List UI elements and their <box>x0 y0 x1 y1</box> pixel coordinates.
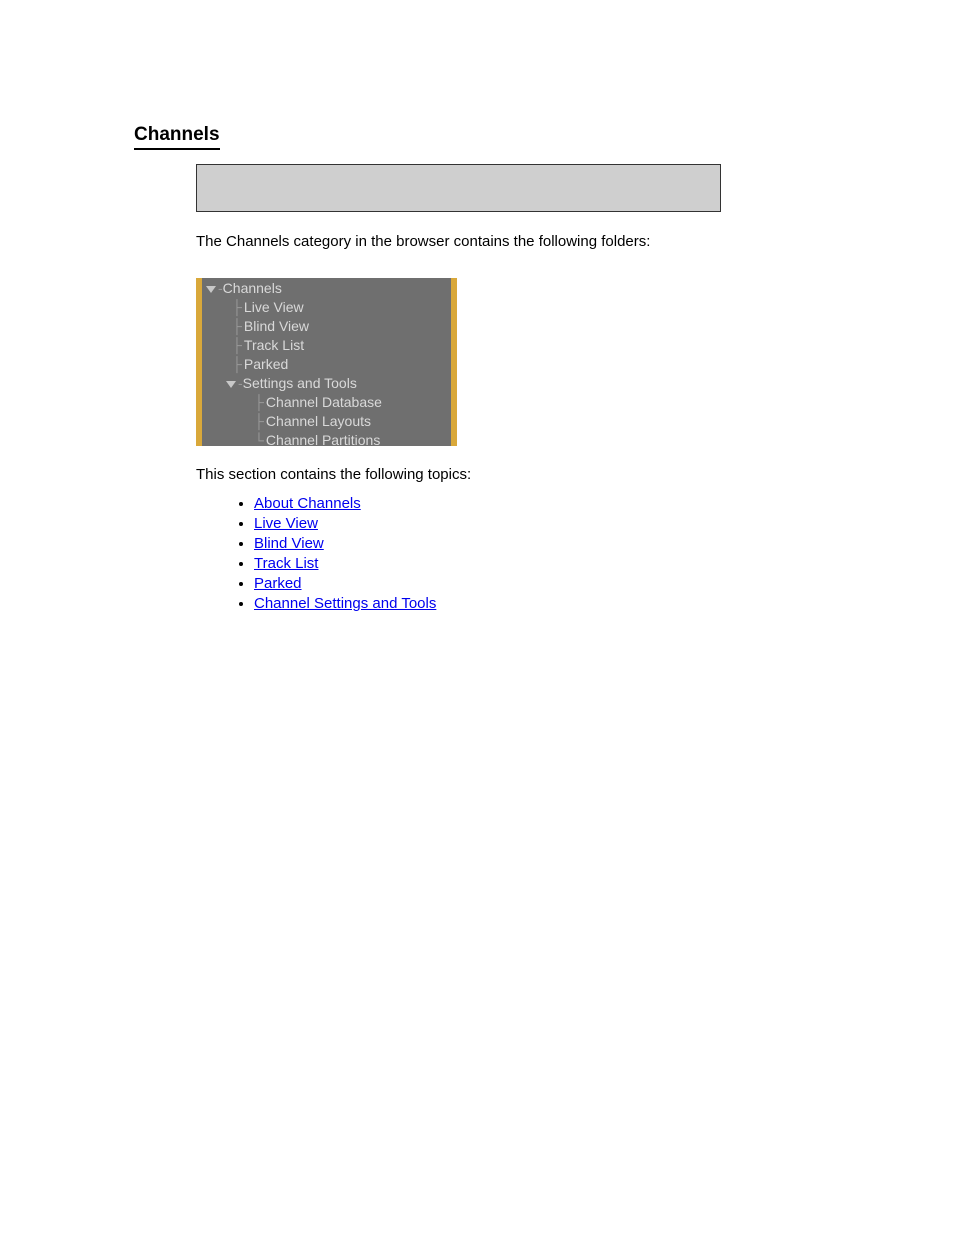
browser-tree-screenshot: -Channels ├Live View ├Blind View ├Track … <box>196 278 457 446</box>
tree-item-channel-database: ├Channel Database <box>254 394 382 410</box>
tree-item-live-view: ├Live View <box>232 299 304 315</box>
link-parked[interactable]: Parked <box>254 575 302 592</box>
tree-item-channel-partitions: └Channel Partitions <box>254 432 380 446</box>
list-item: About Channels <box>254 495 834 512</box>
list-item: Channel Settings and Tools <box>254 595 834 612</box>
link-channel-settings-tools[interactable]: Channel Settings and Tools <box>254 595 436 612</box>
tree-item-parked: ├Parked <box>232 356 288 372</box>
tree-item-channel-layouts: ├Channel Layouts <box>254 413 371 429</box>
topics-intro-text: This section contains the following topi… <box>196 466 834 483</box>
list-item: Parked <box>254 575 834 592</box>
link-blind-view[interactable]: Blind View <box>254 535 324 552</box>
expand-triangle-icon <box>226 381 236 388</box>
topics-list: About Channels Live View Blind View Trac… <box>254 495 834 612</box>
list-item: Blind View <box>254 535 834 552</box>
navigation-strip-box <box>196 164 721 212</box>
link-live-view[interactable]: Live View <box>254 515 318 532</box>
tree-sub-root-settings: -Settings and Tools <box>226 375 357 391</box>
channels-heading: Channels <box>134 124 220 150</box>
tree-root-channels: -Channels <box>206 280 282 296</box>
link-about-channels[interactable]: About Channels <box>254 495 361 512</box>
tree-item-track-list: ├Track List <box>232 337 304 353</box>
expand-triangle-icon <box>206 286 216 293</box>
intro-paragraph: The Channels category in the browser con… <box>196 232 721 252</box>
list-item: Live View <box>254 515 834 532</box>
tree-item-blind-view: ├Blind View <box>232 318 309 334</box>
list-item: Track List <box>254 555 834 572</box>
link-track-list[interactable]: Track List <box>254 555 318 572</box>
